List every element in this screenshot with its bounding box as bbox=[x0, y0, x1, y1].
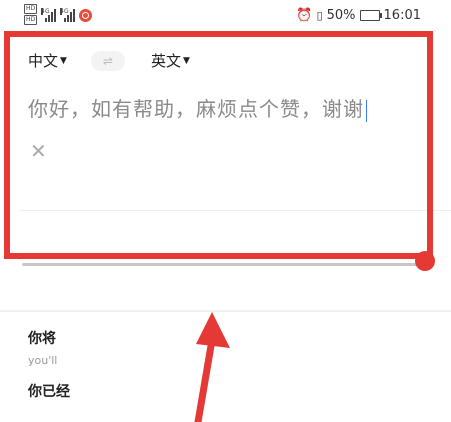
annotation-arrow bbox=[194, 312, 230, 422]
arrow-head bbox=[196, 312, 230, 348]
arrow-shaft bbox=[194, 336, 216, 422]
